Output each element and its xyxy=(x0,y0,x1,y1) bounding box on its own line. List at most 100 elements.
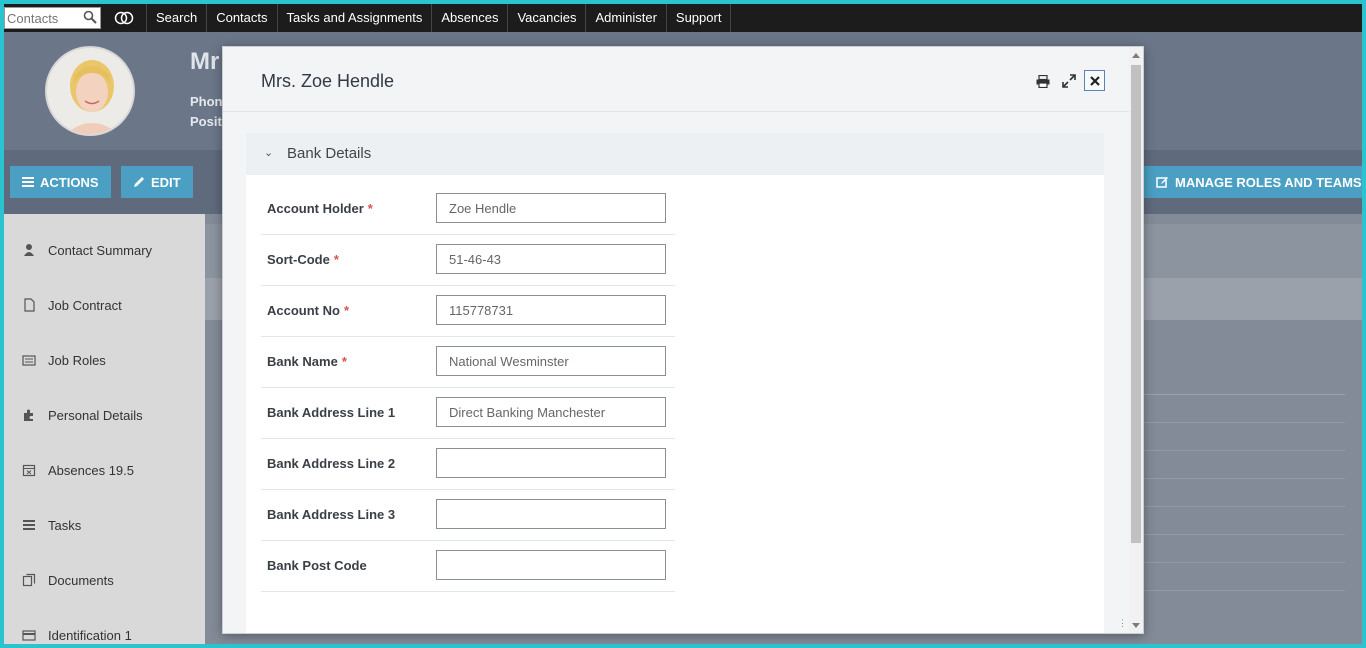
table-row xyxy=(1125,479,1345,507)
phone-label: Phon xyxy=(190,94,223,109)
table-row xyxy=(1125,535,1345,563)
app-frame: Search Contacts Tasks and Assignments Ab… xyxy=(4,4,1362,644)
bank-name-field[interactable] xyxy=(436,346,666,376)
form-row-bank-address-line-3: Bank Address Line 3 xyxy=(261,490,675,541)
bank-post-code-field[interactable] xyxy=(436,550,666,580)
actions-button[interactable]: ACTIONS xyxy=(10,166,111,198)
nav-support[interactable]: Support xyxy=(667,4,732,32)
expand-icon[interactable] xyxy=(1061,73,1077,89)
documents-icon xyxy=(22,573,36,587)
scroll-down-arrow-icon[interactable] xyxy=(1132,623,1140,628)
sidebar-item-label: Job Roles xyxy=(48,352,106,368)
field-label: Account No * xyxy=(267,303,350,318)
required-marker: * xyxy=(367,201,373,216)
required-marker: * xyxy=(343,303,350,318)
close-button[interactable] xyxy=(1084,70,1105,91)
sidebar-item-personal-details[interactable]: Personal Details xyxy=(22,405,143,425)
field-label: Bank Address Line 2 xyxy=(267,456,396,471)
field-label: Account Holder * xyxy=(267,201,373,216)
sidebar-item-absences[interactable]: Absences 19.5 xyxy=(22,460,134,480)
nav-vacancies[interactable]: Vacancies xyxy=(508,4,587,32)
sidebar-item-contact-summary[interactable]: Contact Summary xyxy=(22,240,152,260)
sidebar-item-label: Personal Details xyxy=(48,407,143,423)
bank-address-line-1-field[interactable] xyxy=(436,397,666,427)
scrollbar-thumb[interactable] xyxy=(1131,65,1141,543)
position-label: Posit xyxy=(190,114,222,129)
form-row-sort-code: Sort-Code * xyxy=(261,235,675,286)
dialog-title: Mrs. Zoe Hendle xyxy=(261,71,395,91)
table-row xyxy=(1125,451,1345,479)
bank-address-line-2-field[interactable] xyxy=(436,448,666,478)
field-label: Sort-Code * xyxy=(267,252,339,267)
sidebar-item-label: Documents xyxy=(48,572,114,588)
id-card-icon xyxy=(22,628,36,642)
account-holder-field[interactable] xyxy=(436,193,666,223)
file-icon xyxy=(22,298,36,312)
top-navbar: Search Contacts Tasks and Assignments Ab… xyxy=(4,4,1362,32)
nav-search[interactable]: Search xyxy=(147,4,208,32)
scroll-up-arrow-icon[interactable] xyxy=(1132,53,1140,58)
dialog-scrollbar[interactable] xyxy=(1129,47,1143,633)
form-row-bank-address-line-1: Bank Address Line 1 xyxy=(261,388,675,439)
form-row-bank-name: Bank Name * xyxy=(261,337,675,388)
nav-contacts[interactable]: Contacts xyxy=(207,4,278,32)
actions-button-label: ACTIONS xyxy=(40,174,99,190)
print-icon[interactable] xyxy=(1035,73,1051,89)
table-row xyxy=(1125,395,1345,423)
bank-details-form: Account Holder* Sort-Code* Account No* B… xyxy=(246,175,1104,633)
table-row xyxy=(1125,423,1345,451)
sidebar-item-label: Identification 1 xyxy=(48,627,132,643)
contact-name: Mr xyxy=(190,48,220,75)
account-no-field[interactable] xyxy=(436,295,666,325)
manage-roles-label: MANAGE ROLES AND TEAMS xyxy=(1175,174,1362,190)
form-row-account-holder: Account Holder * xyxy=(261,184,675,235)
sidebar-item-job-roles[interactable]: Job Roles xyxy=(22,350,106,370)
pencil-icon xyxy=(134,177,144,187)
contacts-search-input[interactable] xyxy=(5,8,83,28)
card-icon xyxy=(22,353,36,367)
sidebar-item-tasks[interactable]: Tasks xyxy=(22,515,81,535)
background-table xyxy=(1125,394,1345,624)
contacts-search-box xyxy=(4,7,101,29)
person-icon xyxy=(22,243,36,257)
home-logo-icon[interactable] xyxy=(101,4,147,32)
list-icon xyxy=(22,518,36,532)
field-label: Bank Name * xyxy=(267,354,347,369)
nav-absences[interactable]: Absences xyxy=(432,4,509,32)
menu-icon xyxy=(22,177,34,187)
nav-tasks-and-assignments[interactable]: Tasks and Assignments xyxy=(278,4,433,32)
sidebar-item-identification[interactable]: Identification 1 xyxy=(22,625,132,644)
field-label: Bank Address Line 3 xyxy=(267,507,396,522)
nav-administer[interactable]: Administer xyxy=(586,4,667,32)
form-row-bank-address-line-2: Bank Address Line 2 xyxy=(261,439,675,490)
table-row xyxy=(1125,563,1345,591)
edit-square-icon xyxy=(1156,176,1168,188)
resize-grip-icon[interactable]: ⋮ xyxy=(1118,619,1127,631)
calendar-icon xyxy=(22,463,36,477)
sidebar-item-documents[interactable]: Documents xyxy=(22,570,114,590)
search-icon[interactable] xyxy=(83,10,97,24)
sidebar-item-label: Absences 19.5 xyxy=(48,462,135,478)
close-icon xyxy=(1089,75,1100,86)
edit-button[interactable]: EDIT xyxy=(121,166,193,198)
section-title: Bank Details xyxy=(287,145,372,162)
dialog-header: Mrs. Zoe Hendle xyxy=(223,47,1129,112)
required-marker: * xyxy=(341,354,347,369)
sidebar-item-label: Job Contract xyxy=(48,297,122,313)
sidebar-item-label: Contact Summary xyxy=(48,242,153,258)
field-label: Bank Address Line 1 xyxy=(267,405,396,420)
bank-details-section-toggle[interactable]: ⌄ Bank Details xyxy=(246,133,1104,175)
field-label: Bank Post Code xyxy=(267,558,367,573)
bank-address-line-3-field[interactable] xyxy=(436,499,666,529)
sidebar-item-label: Tasks xyxy=(48,517,82,533)
avatar xyxy=(45,46,135,136)
sort-code-field[interactable] xyxy=(436,244,666,274)
form-row-account-no: Account No * xyxy=(261,286,675,337)
table-row xyxy=(1125,507,1345,535)
bank-details-dialog: Mrs. Zoe Hendle ⌄ Bank Details Account H… xyxy=(222,46,1144,634)
sidebar-item-job-contract[interactable]: Job Contract xyxy=(22,295,122,315)
chevron-down-icon: ⌄ xyxy=(264,147,274,159)
manage-roles-and-teams-button[interactable]: MANAGE ROLES AND TEAMS xyxy=(1144,166,1362,198)
edit-button-label: EDIT xyxy=(151,174,181,190)
puzzle-icon xyxy=(22,408,36,422)
